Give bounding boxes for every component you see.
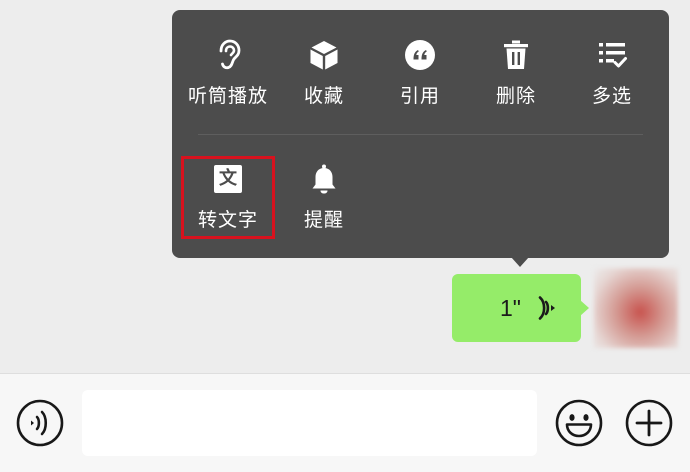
avatar[interactable] bbox=[594, 268, 678, 348]
menu-item-favorite[interactable]: 收藏 bbox=[276, 38, 372, 118]
chat-input-bar bbox=[0, 373, 690, 472]
menu-divider bbox=[198, 134, 643, 135]
menu-item-label: 收藏 bbox=[303, 85, 344, 107]
menu-item-label: 引用 bbox=[399, 85, 440, 107]
menu-item-multi-select[interactable]: 多选 bbox=[564, 38, 660, 118]
menu-item-remind[interactable]: 提醒 bbox=[276, 162, 372, 242]
voice-duration: 1" bbox=[500, 295, 521, 321]
menu-item-label: 多选 bbox=[591, 85, 632, 107]
ear-icon bbox=[219, 39, 241, 70]
menu-item-delete[interactable]: 删除 bbox=[468, 38, 564, 118]
menu-item-quote[interactable]: 引用 bbox=[372, 38, 468, 118]
plus-icon[interactable] bbox=[625, 399, 673, 447]
menu-pointer bbox=[511, 257, 529, 267]
message-input[interactable] bbox=[82, 390, 537, 456]
cube-icon bbox=[310, 41, 338, 70]
message-context-menu: 听筒播放 收藏 引用 删除 多选 文 转文字 提醒 bbox=[172, 10, 669, 258]
menu-item-label: 听筒播放 bbox=[187, 85, 268, 107]
quote-icon bbox=[405, 40, 435, 70]
menu-item-earpiece-play[interactable]: 听筒播放 bbox=[180, 38, 276, 118]
menu-item-label: 提醒 bbox=[303, 209, 344, 231]
bell-icon bbox=[312, 164, 336, 194]
multi-select-icon bbox=[599, 43, 627, 68]
bubble-tail bbox=[580, 300, 589, 316]
voice-wave-icon bbox=[538, 296, 555, 320]
emoji-icon[interactable] bbox=[555, 399, 603, 447]
menu-item-label: 删除 bbox=[495, 85, 536, 107]
highlight-box bbox=[181, 156, 275, 239]
trash-icon bbox=[504, 40, 528, 69]
voice-mode-icon[interactable] bbox=[16, 399, 64, 447]
voice-message-bubble[interactable]: 1" bbox=[452, 274, 581, 342]
